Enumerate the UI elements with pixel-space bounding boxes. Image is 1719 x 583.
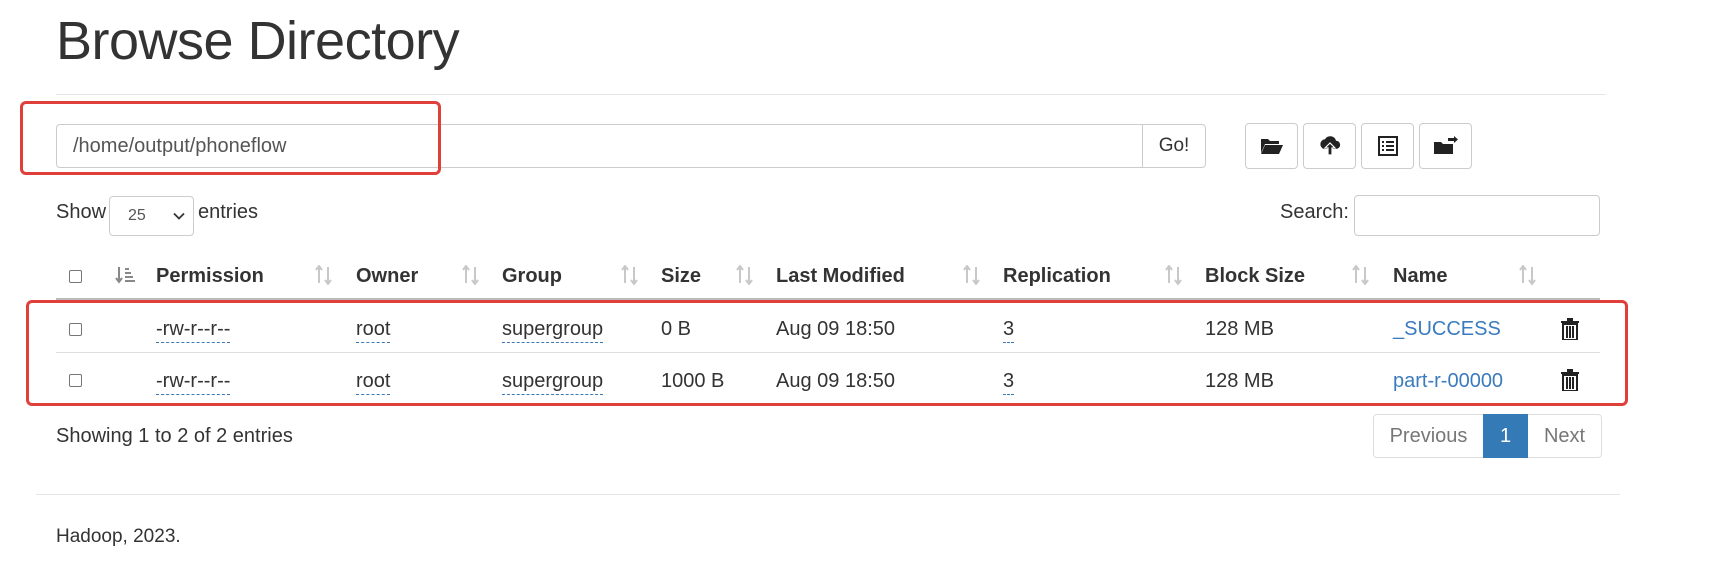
sort-arrows-icon[interactable] <box>315 265 333 285</box>
footer-text: Hadoop, 2023. <box>56 526 181 547</box>
folder-transfer-icon <box>1433 136 1458 154</box>
column-header-last-modified[interactable]: Last Modified <box>776 265 905 288</box>
column-header-size[interactable]: Size <box>661 265 701 288</box>
group-cell[interactable]: supergroup <box>502 370 604 395</box>
path-input[interactable] <box>56 124 1142 168</box>
replication-cell[interactable]: 3 <box>1003 318 1015 343</box>
block-size-cell: 128 MB <box>1205 370 1274 392</box>
entries-select[interactable]: 25 <box>109 196 194 236</box>
cloud-upload-icon <box>1319 136 1340 156</box>
search-label: Search: <box>1280 201 1349 223</box>
group-cell[interactable]: supergroup <box>502 318 604 343</box>
size-cell: 1000 B <box>661 370 725 392</box>
toolbar <box>1245 123 1472 169</box>
sort-arrows-icon[interactable] <box>462 265 480 285</box>
create-directory-button[interactable] <box>1245 123 1298 169</box>
owner-cell[interactable]: root <box>356 318 391 343</box>
footer-divider <box>36 494 1620 495</box>
sort-arrows-icon[interactable] <box>1352 265 1370 285</box>
column-header-name[interactable]: Name <box>1393 265 1447 288</box>
pagination-page-1[interactable]: 1 <box>1483 414 1528 458</box>
list-view-button[interactable] <box>1361 123 1414 169</box>
last-modified-cell: Aug 09 18:50 <box>776 370 895 392</box>
row-checkbox[interactable] <box>69 374 82 387</box>
pagination: Previous 1 Next <box>1373 414 1602 458</box>
file-name-link[interactable]: _SUCCESS <box>1393 318 1501 341</box>
column-header-replication[interactable]: Replication <box>1003 265 1111 288</box>
last-modified-cell: Aug 09 18:50 <box>776 318 895 340</box>
row-checkbox[interactable] <box>69 323 82 336</box>
column-header-owner[interactable]: Owner <box>356 265 418 288</box>
title-divider <box>56 94 1606 95</box>
permission-cell[interactable]: -rw-r--r-- <box>156 370 231 395</box>
select-all-checkbox[interactable] <box>69 270 82 283</box>
sort-arrows-icon[interactable] <box>736 265 754 285</box>
permission-cell[interactable]: -rw-r--r-- <box>156 318 231 343</box>
sort-arrows-icon[interactable] <box>963 265 981 285</box>
path-bar: Go! <box>56 124 1206 168</box>
entries-label: entries <box>198 201 259 223</box>
column-header-group[interactable]: Group <box>502 265 562 288</box>
column-header-block-size[interactable]: Block Size <box>1205 265 1305 288</box>
block-size-cell: 128 MB <box>1205 318 1274 340</box>
show-label: Show <box>56 201 107 223</box>
table-header-divider <box>56 298 1600 300</box>
list-alt-icon <box>1377 136 1398 156</box>
sort-arrows-icon[interactable] <box>1165 265 1183 285</box>
entries-select-value: 25 <box>128 207 146 224</box>
folder-open-icon <box>1260 139 1283 154</box>
replication-cell[interactable]: 3 <box>1003 370 1015 395</box>
sort-arrows-icon[interactable] <box>1519 265 1537 285</box>
file-name-link[interactable]: part-r-00000 <box>1393 370 1503 393</box>
page-title: Browse Directory <box>56 11 460 71</box>
trash-icon[interactable] <box>1561 318 1579 340</box>
pagination-next[interactable]: Next <box>1528 414 1602 458</box>
table-info: Showing 1 to 2 of 2 entries <box>56 425 293 447</box>
move-folder-button[interactable] <box>1419 123 1472 169</box>
trash-icon[interactable] <box>1561 369 1579 391</box>
go-button[interactable]: Go! <box>1142 124 1206 168</box>
size-cell: 0 B <box>661 318 692 340</box>
sort-arrows-icon[interactable] <box>621 265 639 285</box>
row-divider <box>56 352 1600 353</box>
column-header-permission[interactable]: Permission <box>156 265 264 288</box>
sort-amount-icon[interactable] <box>115 267 135 285</box>
search-input[interactable] <box>1354 195 1600 236</box>
upload-button[interactable] <box>1303 123 1356 169</box>
owner-cell[interactable]: root <box>356 370 391 395</box>
chevron-down-icon <box>173 212 185 220</box>
pagination-previous[interactable]: Previous <box>1373 414 1483 458</box>
